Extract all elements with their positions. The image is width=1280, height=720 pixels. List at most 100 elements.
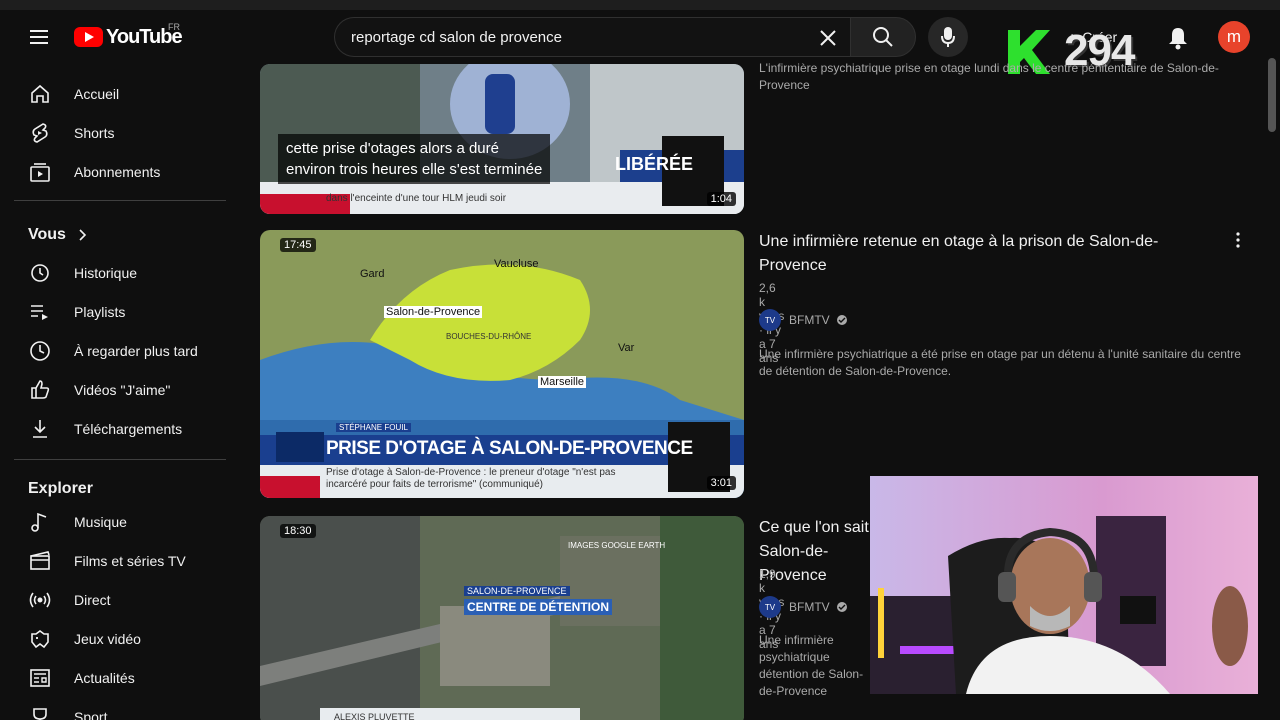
- youtube-logo[interactable]: YouTube: [74, 24, 183, 50]
- channel-info[interactable]: TV BFMTV: [759, 596, 848, 618]
- channel-avatar: TV: [759, 309, 781, 331]
- search-bar: reportage cd salon de provence: [334, 17, 916, 57]
- sidebar-item-home[interactable]: Accueil: [14, 75, 226, 113]
- webcam-image: [870, 476, 1258, 694]
- clear-search-icon[interactable]: [814, 24, 842, 52]
- sidebar-item-label: Actualités: [74, 670, 135, 686]
- sidebar-item-label: Shorts: [74, 125, 115, 141]
- home-icon: [31, 84, 49, 103]
- sidebar-item-label: Vidéos "J'aime": [74, 382, 171, 398]
- map-label: BOUCHES-DU-RHÔNE: [446, 332, 532, 341]
- subtitle-line: environ trois heures elle s'est terminée: [286, 161, 543, 178]
- sidebar-item-news[interactable]: Actualités: [14, 659, 226, 697]
- sidebar-item-label: Sport: [74, 709, 108, 720]
- verified-icon: [836, 315, 847, 325]
- channel-avatar: TV: [759, 596, 781, 618]
- map-label: Gard: [360, 268, 385, 280]
- map-label: Marseille: [538, 376, 587, 388]
- map-label: Var: [618, 342, 635, 354]
- news-icon: [30, 669, 50, 687]
- channel-name: BFMTV: [789, 600, 830, 614]
- video-duration: 3:01: [706, 476, 736, 490]
- video-timestamp: 18:30: [280, 524, 316, 538]
- thumbnail-ticker: Prise d'otage à Salon-de-Provence : le p…: [326, 467, 616, 490]
- more-options-icon[interactable]: [1234, 230, 1242, 250]
- shorts-icon: [32, 123, 48, 143]
- thumbnail-aerial-image: [260, 516, 744, 720]
- channel-name: BFMTV: [789, 313, 830, 327]
- subscriptions-icon: [30, 163, 50, 182]
- video-description: Une infirmière psychiatrique détention d…: [759, 633, 864, 698]
- sidebar-item-playlists[interactable]: Playlists: [14, 293, 226, 331]
- youtube-play-icon: [74, 27, 103, 47]
- streamer-webcam-overlay: [870, 476, 1258, 694]
- video-thumbnail[interactable]: 17:45 Gard Vaucluse Salon-de-Provence BO…: [260, 230, 744, 498]
- clock-icon: [30, 341, 50, 361]
- download-icon: [33, 420, 47, 438]
- thumbnail-banner: LIBÉRÉE: [615, 154, 694, 174]
- sidebar-item-label: Jeux vidéo: [74, 631, 141, 647]
- search-button[interactable]: [850, 17, 916, 57]
- sidebar-item-history[interactable]: Historique: [14, 254, 226, 292]
- microphone-icon: [941, 27, 955, 47]
- sidebar-item-films[interactable]: Films et séries TV: [14, 542, 226, 580]
- video-title[interactable]: Une infirmière retenue en otage à la pri…: [759, 230, 1199, 278]
- chevron-right-icon: [79, 229, 87, 241]
- sidebar-item-subscriptions[interactable]: Abonnements: [14, 153, 226, 191]
- image-source: IMAGES GOOGLE EARTH: [568, 541, 666, 550]
- thumbs-up-icon: [31, 380, 50, 399]
- scrollbar[interactable]: [1268, 58, 1276, 132]
- sidebar-item-watch-later[interactable]: À regarder plus tard: [14, 332, 226, 370]
- sport-icon: [33, 708, 47, 720]
- notifications-bell-icon[interactable]: [1164, 24, 1192, 52]
- map-label: Salon-de-Provence: [384, 306, 483, 318]
- subtitle-line: cette prise d'otages alors a duré: [286, 140, 499, 157]
- sidebar-item-label: Direct: [74, 592, 111, 608]
- sidebar-item-live[interactable]: Direct: [14, 581, 226, 619]
- search-query: reportage cd salon de provence: [351, 29, 562, 46]
- video-timestamp: 17:45: [280, 238, 316, 252]
- sidebar-item-label: Téléchargements: [74, 421, 183, 437]
- thumbnail-ticker: dans l'enceinte d'une tour HLM jeudi soi…: [326, 193, 507, 204]
- video-thumbnail[interactable]: 18:30 IMAGES GOOGLE EARTH SALON-DE-PROVE…: [260, 516, 744, 720]
- sidebar-item-music[interactable]: Musique: [14, 503, 226, 541]
- sidebar-item-shorts[interactable]: Shorts: [14, 114, 226, 152]
- sidebar-item-downloads[interactable]: Téléchargements: [14, 410, 226, 448]
- history-icon: [31, 264, 49, 282]
- sidebar-item-label: À regarder plus tard: [74, 343, 198, 359]
- sidebar: Accueil Shorts Abonnements Vous Historiq…: [0, 72, 240, 720]
- map-label: CENTRE DE DÉTENTION: [464, 599, 613, 615]
- voice-search-button[interactable]: [928, 17, 968, 57]
- sidebar-item-gaming[interactable]: Jeux vidéo: [14, 620, 226, 658]
- video-thumbnail[interactable]: cette prise d'otages alors a duré enviro…: [260, 64, 744, 214]
- explore-section-title: Explorer: [28, 480, 93, 497]
- search-input[interactable]: reportage cd salon de provence: [334, 17, 850, 57]
- verified-icon: [836, 602, 847, 612]
- reporter-name: ALEXIS PLUVETTE: [334, 712, 415, 720]
- music-icon: [31, 512, 47, 532]
- channel-info[interactable]: TV BFMTV: [759, 309, 848, 331]
- map-label: SALON-DE-PROVENCE: [464, 586, 570, 596]
- gaming-icon: [31, 630, 49, 649]
- sidebar-item-label: Films et séries TV: [74, 553, 186, 569]
- live-icon: [29, 592, 51, 608]
- menu-icon[interactable]: [22, 22, 56, 52]
- sidebar-you-header[interactable]: Vous: [14, 216, 226, 254]
- reporter-name: STÉPHANE FOUIL: [336, 423, 411, 432]
- sidebar-item-label: Playlists: [74, 304, 126, 320]
- sidebar-item-label: Historique: [74, 265, 138, 281]
- search-icon: [873, 27, 893, 47]
- you-section-title: Vous: [28, 226, 66, 243]
- sidebar-divider: [14, 200, 226, 201]
- region-code: FR: [168, 22, 180, 32]
- playlists-icon: [31, 305, 48, 320]
- thumbnail-banner: PRISE D'OTAGE À SALON-DE-PROVENCE: [326, 438, 693, 459]
- sidebar-item-label: Abonnements: [74, 164, 161, 180]
- account-avatar[interactable]: m: [1218, 21, 1250, 53]
- sidebar-item-liked-videos[interactable]: Vidéos "J'aime": [14, 371, 226, 409]
- sidebar-item-sport[interactable]: Sport: [14, 698, 226, 720]
- subtitle-box: cette prise d'otages alors a duré enviro…: [278, 134, 551, 184]
- sidebar-item-label: Accueil: [74, 86, 120, 102]
- video-description: Une infirmière psychiatrique a été prise…: [759, 347, 1241, 378]
- map-label: Vaucluse: [494, 258, 539, 270]
